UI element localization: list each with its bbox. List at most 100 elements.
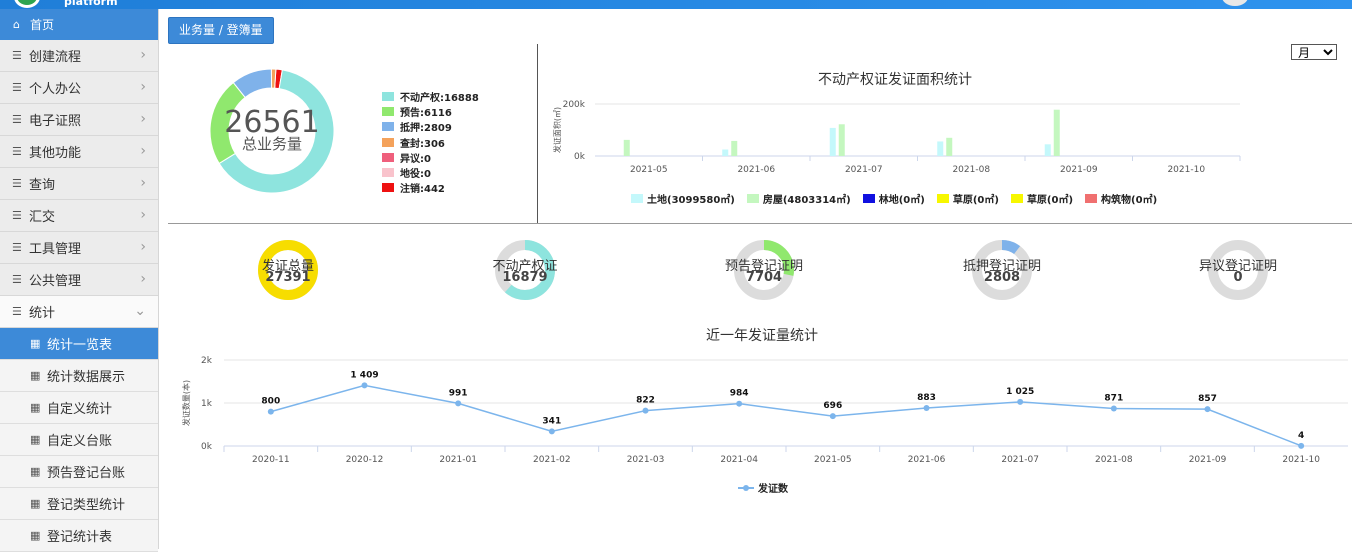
data-point[interactable]: [267, 408, 274, 415]
area-chart-title: 不动产权证发证面积统计: [818, 72, 972, 88]
sidebar-item-label: 统计: [29, 306, 56, 321]
donut-slice[interactable]: [270, 68, 277, 89]
sidebar-subitem-1[interactable]: ▦ 统计数据展示: [0, 360, 158, 392]
data-point[interactable]: [1110, 405, 1117, 412]
data-label: 1 409: [350, 370, 378, 380]
sidebar-subitem-2[interactable]: ▦ 自定义统计: [0, 392, 158, 424]
bar[interactable]: [946, 137, 953, 156]
sidebar-subitem-5[interactable]: ▦ 登记类型统计: [0, 488, 158, 520]
legend-item[interactable]: 草原(0㎡): [936, 191, 999, 206]
home-icon: ⌂: [13, 18, 20, 31]
legend-item[interactable]: 房屋(4803314㎡): [746, 191, 851, 206]
data-point[interactable]: [642, 407, 649, 414]
sidebar-item-7[interactable]: ☰ 公共管理 ›: [0, 264, 158, 296]
sidebar-item-label: 创建流程: [29, 50, 82, 65]
list-icon: ☰: [12, 177, 22, 190]
legend-label: 草原(0㎡): [952, 195, 999, 206]
series-line: [270, 384, 1302, 447]
sidebar-item-home[interactable]: ⌂ 首页: [0, 9, 158, 40]
legend-label: 注销:442: [400, 184, 445, 196]
sidebar-item-0[interactable]: ☰ 创建流程 ›: [0, 40, 158, 72]
sidebar-subitem-6[interactable]: ▦ 登记统计表: [0, 520, 158, 552]
data-point[interactable]: [1298, 442, 1305, 449]
bar[interactable]: [937, 141, 944, 156]
legend-item[interactable]: 抵押:2809: [382, 119, 479, 134]
list-icon: ☰: [12, 113, 22, 126]
data-point[interactable]: [829, 413, 836, 420]
gauge-value: 27391: [265, 270, 311, 285]
data-point[interactable]: [361, 382, 368, 389]
bar[interactable]: [722, 149, 729, 157]
data-point[interactable]: [1017, 398, 1024, 405]
data-point[interactable]: [548, 428, 555, 435]
period-select[interactable]: 月: [1291, 44, 1337, 60]
sidebar-item-8[interactable]: ☰ 统计 ⌄: [0, 296, 158, 328]
legend-label: 不动产权:16888: [400, 93, 479, 105]
data-label: 4: [1298, 431, 1304, 441]
sidebar-item-1[interactable]: ☰ 个人办公 ›: [0, 72, 158, 104]
grid-icon: ▦: [30, 337, 41, 350]
bar[interactable]: [1044, 144, 1051, 156]
legend-label: 查封:306: [400, 138, 445, 150]
legend-item[interactable]: 预告:6116: [382, 104, 479, 119]
data-label: 341: [542, 416, 561, 426]
legend-item[interactable]: 地役:0: [382, 165, 479, 180]
tab-business-volume[interactable]: 业务量 / 登簿量: [168, 17, 274, 44]
legend-marker: [738, 484, 754, 491]
grid-icon: ▦: [30, 369, 41, 382]
bar[interactable]: [623, 139, 630, 156]
legend-item[interactable]: 注销:442: [382, 180, 479, 195]
issuance-line-chart: 0k 1k 2k 发证数量(本) 2020-11 2020-12 2021-01 2021-0…: [181, 356, 1348, 465]
chevron-right-icon: ›: [140, 143, 146, 159]
y-axis-title: 发证面积(㎡): [552, 107, 562, 153]
data-point[interactable]: [1204, 406, 1211, 413]
bar[interactable]: [1053, 109, 1060, 156]
legend-item[interactable]: 查封:306: [382, 135, 479, 150]
gauge-value: 7704: [745, 270, 783, 285]
list-icon: ☰: [12, 241, 22, 254]
sidebar-item-5[interactable]: ☰ 汇交 ›: [0, 200, 158, 232]
legend-item[interactable]: 草原(0㎡): [1010, 191, 1074, 206]
legend-swatch: [746, 194, 759, 203]
sidebar-subitem-4[interactable]: ▦ 预告登记台账: [0, 456, 158, 488]
sidebar-item-2[interactable]: ☰ 电子证照 ›: [0, 104, 158, 136]
legend-swatch: [382, 137, 394, 147]
sidebar-item-label: 其他功能: [29, 146, 82, 161]
sidebar-subitem-0[interactable]: ▦ 统计一览表: [0, 328, 158, 360]
gauge-value: 0: [1233, 270, 1243, 285]
line-chart-legend[interactable]: 发证数: [738, 480, 788, 495]
data-label: 883: [917, 393, 936, 403]
bar[interactable]: [838, 124, 845, 156]
x-tick-label: 2021-08: [952, 165, 990, 175]
sidebar-item-4[interactable]: ☰ 查询 ›: [0, 168, 158, 200]
sidebar-item-3[interactable]: ☰ 其他功能 ›: [0, 136, 158, 168]
sidebar-subitem-label: 预告登记台账: [47, 466, 126, 481]
legend-label: 发证数: [758, 484, 788, 495]
chevron-right-icon: ›: [140, 271, 146, 287]
sidebar-item-6[interactable]: ☰ 工具管理 ›: [0, 232, 158, 264]
legend-label: 地役:0: [400, 169, 431, 181]
data-point[interactable]: [455, 400, 462, 407]
user-avatar[interactable]: [1222, 0, 1248, 6]
total-business-label: 总业务量: [241, 135, 302, 153]
sidebar-subitem-3[interactable]: ▦ 自定义台账: [0, 424, 158, 456]
legend-swatch: [1085, 194, 1098, 203]
bar[interactable]: [829, 127, 836, 156]
legend-label: 抵押:2809: [400, 123, 452, 135]
bar[interactable]: [731, 140, 738, 156]
legend-label: 草原(0㎡): [1026, 195, 1074, 206]
sidebar-item-label: 查询: [29, 178, 56, 193]
sidebar-item-label: 公共管理: [29, 274, 82, 289]
legend-item[interactable]: 异议:0: [382, 150, 479, 165]
legend-item[interactable]: 林地(0㎡): [862, 191, 925, 206]
data-point[interactable]: [736, 400, 743, 407]
legend-item[interactable]: 土地(3099580㎡): [631, 191, 735, 206]
legend-item[interactable]: 不动产权:16888: [382, 89, 479, 104]
line-chart-title: 近一年发证量统计: [706, 328, 818, 344]
legend-item[interactable]: 构筑物(0㎡): [1085, 191, 1157, 206]
legend-swatch: [862, 194, 875, 203]
x-tick-label: 2021-07: [1001, 455, 1039, 465]
grid-icon: ▦: [30, 529, 41, 542]
area-bar-chart: 0k 200k发证面积(㎡) 2021-05 2021-06 2021-07 2021-0…: [552, 100, 1241, 175]
data-point[interactable]: [923, 405, 930, 412]
